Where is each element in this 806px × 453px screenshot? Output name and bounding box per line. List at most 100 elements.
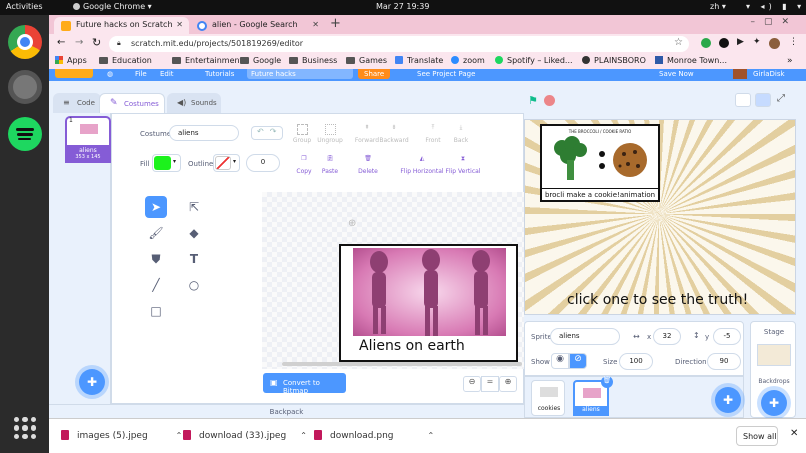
forward-icon[interactable]: → [75, 37, 83, 48]
bookmark-spotify[interactable]: Spotify – Liked... [495, 56, 573, 65]
undo-redo-buttons[interactable]: ↶↷ [251, 126, 283, 140]
close-downloads-icon[interactable]: ✕ [790, 428, 798, 439]
chevron-up-icon[interactable]: ⌃ [300, 431, 307, 440]
size-input[interactable]: 100 [619, 353, 653, 370]
zoom-in-button[interactable]: ⊕ [499, 376, 517, 392]
y-input[interactable]: -5 [713, 328, 741, 345]
tab-code[interactable]: ≡ Code [53, 93, 101, 113]
paint-canvas[interactable]: ⊕ Aliens on earth [262, 192, 554, 369]
paste-button[interactable]: 📋︎ Paste [312, 155, 348, 175]
user-avatar[interactable] [733, 69, 747, 79]
tab-google-search[interactable]: alien - Google Search ✕ [190, 17, 325, 34]
extension-icon-1[interactable] [701, 38, 711, 48]
bookmark-translate[interactable]: Translate [395, 56, 443, 65]
fullscreen-icon[interactable]: ⤢ [777, 93, 785, 104]
zoom-out-button[interactable]: ⊖ [463, 376, 481, 392]
chevron-up-icon[interactable]: ⌃ [176, 431, 183, 440]
delete-sprite-icon[interactable]: 🗑︎ [601, 376, 613, 388]
bookmark-plainsboro[interactable]: PLAINSBORO [582, 56, 646, 65]
share-button[interactable]: Share [358, 69, 390, 79]
show-sprite-eye-icon[interactable]: ◉ [551, 353, 569, 369]
download-item-3[interactable]: download.png ⌃ [314, 430, 434, 441]
address-bar[interactable]: 🔒︎ scratch.mit.edu/projects/501819269/ed… [109, 36, 689, 52]
back-button[interactable]: ⤓ Back [443, 124, 479, 144]
backward-button[interactable]: ⇟ Backward [376, 124, 412, 144]
back-icon[interactable]: ← [57, 37, 65, 48]
tab-costumes[interactable]: ✎ Costumes [99, 93, 165, 113]
new-tab-button[interactable]: + [330, 16, 341, 31]
bookmark-games[interactable]: Games [346, 56, 387, 65]
canvas-horizontal-scrollbar[interactable] [282, 362, 522, 366]
outline-width-input[interactable]: 0 [246, 154, 280, 172]
stop-icon[interactable] [544, 95, 555, 106]
tutorials-menu[interactable]: Tutorials [205, 70, 234, 78]
broccoli-cookie-sprite[interactable]: THE BROCCOLI / COOKIE RATIO brocli make … [540, 124, 660, 202]
x-input[interactable]: 32 [653, 328, 681, 345]
edit-menu[interactable]: Edit [160, 70, 174, 78]
extensions-puzzle-icon[interactable]: ✦ [753, 37, 761, 47]
choose-sprite-button[interactable]: ✚ [715, 387, 741, 413]
sprite-tile-cookies[interactable]: cookies [531, 380, 565, 416]
tab-sounds[interactable]: ◀) Sounds [167, 93, 221, 113]
save-now-button[interactable]: Save Now [659, 70, 694, 78]
costume-name-input[interactable]: aliens [169, 125, 239, 141]
bookmark-star-icon[interactable]: ☆ [674, 37, 683, 48]
stage-canvas[interactable]: THE BROCCOLI / COOKIE RATIO brocli make … [524, 119, 796, 315]
eraser-tool-icon[interactable]: ◆ [183, 222, 205, 244]
profile-avatar[interactable] [769, 38, 780, 49]
select-tool-icon[interactable]: ➤ [145, 196, 167, 218]
clock[interactable]: Mar 27 19:39 [376, 2, 429, 11]
aliens-costume-image[interactable]: Aliens on earth [339, 244, 518, 362]
system-tray-icons[interactable]: ▾ ◂) ▮ ▾ [746, 2, 805, 11]
username-menu[interactable]: GirlaDisk [753, 70, 785, 78]
settings-dock-icon[interactable] [8, 70, 42, 104]
green-flag-icon[interactable]: ⚑ [528, 94, 540, 107]
choose-costume-button[interactable]: ✚ [79, 369, 105, 395]
stage-selector[interactable]: Stage Backdrops ✚ [750, 321, 796, 418]
reload-icon[interactable]: ↻ [92, 36, 101, 49]
flip-horizontal-button[interactable]: ◭ Flip Horizontal [397, 155, 447, 175]
bookmark-zoom[interactable]: zoom [451, 56, 485, 65]
show-apps-icon[interactable] [14, 417, 36, 439]
costume-thumbnail[interactable]: 1 aliens 353 x 145 [65, 116, 111, 163]
delete-button[interactable]: 🗑︎ Delete [350, 155, 386, 175]
zoom-reset-button[interactable]: = [481, 376, 499, 392]
rectangle-tool-icon[interactable]: □ [145, 300, 167, 322]
ungroup-button[interactable]: Ungroup [312, 124, 348, 144]
download-item-2[interactable]: download (33).jpeg ⌃ [183, 430, 307, 441]
close-tab-icon[interactable]: ✕ [176, 20, 183, 29]
outline-color-picker[interactable]: ▾ [213, 154, 240, 172]
chevron-up-icon[interactable]: ⌃ [428, 431, 435, 440]
sprite-tile-aliens[interactable]: aliens 🗑︎ [573, 376, 613, 416]
fill-tool-icon[interactable]: ⛊ [145, 248, 167, 270]
chrome-dock-icon[interactable] [8, 25, 42, 59]
bookmark-monroe[interactable]: Monroe Town... [655, 56, 727, 65]
see-project-page-button[interactable]: See Project Page [417, 70, 475, 78]
fill-color-picker[interactable]: ▾ [152, 154, 181, 172]
choose-backdrop-button[interactable]: ✚ [761, 390, 787, 416]
bookmark-business[interactable]: Business [289, 56, 337, 65]
chrome-menu-icon[interactable]: ⋮ [789, 37, 798, 47]
spotify-dock-icon[interactable] [8, 117, 42, 151]
hide-sprite-eye-icon[interactable]: ⊘ [569, 353, 587, 369]
bookmark-apps[interactable]: Apps [55, 56, 87, 65]
globe-icon[interactable]: ◍ [107, 70, 113, 78]
circle-tool-icon[interactable]: ○ [183, 274, 205, 296]
direction-input[interactable]: 90 [707, 353, 741, 370]
window-controls[interactable]: –▢✕ [750, 17, 798, 27]
extension-icon-3[interactable]: ▶ [737, 37, 744, 47]
input-method[interactable]: zh ▾ [710, 2, 726, 11]
flip-vertical-button[interactable]: ⧗ Flip Vertical [442, 155, 484, 175]
app-menu[interactable]: Google Chrome ▾ [73, 2, 152, 11]
sprite-name-input[interactable]: aliens [550, 328, 620, 345]
reshape-tool-icon[interactable]: ⇱ [183, 196, 205, 218]
more-bookmarks-icon[interactable]: » [787, 56, 793, 66]
text-tool-icon[interactable]: T [183, 248, 205, 270]
file-menu[interactable]: File [135, 70, 147, 78]
bookmark-google[interactable]: Google [240, 56, 281, 65]
large-stage-icon[interactable] [755, 93, 771, 107]
bookmark-education[interactable]: Education [99, 56, 152, 65]
show-all-downloads-button[interactable]: Show all [736, 426, 778, 446]
extension-icon-2[interactable] [719, 38, 729, 48]
backpack-bar[interactable]: Backpack [49, 404, 524, 418]
